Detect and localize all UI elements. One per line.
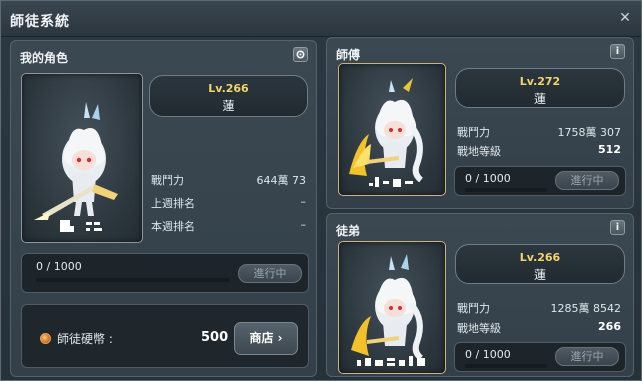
coin-amount: 500 (201, 330, 229, 345)
my-guild: 蓮 (222, 99, 235, 113)
coin-icon (40, 333, 51, 344)
apprentice-level: Lv.266 (519, 251, 561, 264)
master-title: 師傅 (336, 48, 361, 62)
my-progress-box: 0 / 1000 進行中 (21, 253, 309, 293)
my-character-panel: 我的角色 Lv.266 蓮 戰鬥力 644萬 73 上週排名 – 本週排名 – … (10, 40, 317, 377)
shop-button[interactable]: 商店 › (234, 322, 298, 355)
master-stat-battle-level: 戰地等級 512 (457, 143, 621, 158)
master-panel: 師傅 i Lv.272 蓮 戰鬥力 1758萬 307 戰地等級 512 0 /… (326, 37, 634, 209)
my-level-badge: Lv.266 蓮 (149, 75, 308, 117)
master-portrait (338, 63, 446, 196)
apprentice-panel: 徒弟 i Lv.266 蓮 戰鬥力 1285萬 8542 戰地等級 266 0 … (326, 213, 634, 377)
apprentice-guild: 蓮 (533, 268, 546, 282)
apprentice-title: 徒弟 (336, 224, 361, 238)
character-sprite (34, 102, 118, 220)
apprentice-name-obscured (357, 356, 429, 369)
apprentice-stat-battle-level: 戰地等級 266 (457, 320, 621, 335)
apprentice-stat-power: 戰鬥力 1285萬 8542 (457, 302, 621, 315)
my-character-portrait (21, 73, 143, 243)
my-progress-text: 0 / 1000 (36, 260, 82, 273)
character-name-obscured (60, 220, 106, 235)
my-stat-last-week-rank: 上週排名 – (151, 195, 306, 210)
master-stat-power: 戰鬥力 1758萬 307 (457, 126, 621, 139)
gear-icon[interactable] (293, 47, 308, 62)
apprentice-level-badge: Lv.266 蓮 (455, 244, 625, 284)
master-level: Lv.272 (519, 75, 561, 88)
my-character-title: 我的角色 (20, 51, 69, 65)
master-progress-text: 0 / 1000 (465, 172, 511, 185)
apprentice-progress-box: 0 / 1000 進行中 (454, 342, 626, 372)
my-stat-power: 戰鬥力 644萬 73 (151, 174, 306, 187)
master-status-button[interactable]: 進行中 (555, 171, 619, 190)
mentorship-window: 師徒系統 ✕ 我的角色 Lv.266 蓮 戰鬥力 644萬 73 上週排名 – … (0, 0, 642, 381)
master-progress-box: 0 / 1000 進行中 (454, 166, 626, 196)
title-bar[interactable]: 師徒系統 ✕ (1, 1, 641, 37)
window-title: 師徒系統 (10, 14, 70, 30)
my-status-button[interactable]: 進行中 (238, 264, 302, 283)
master-level-badge: Lv.272 蓮 (455, 68, 625, 108)
apprentice-progress-bar (465, 364, 547, 368)
master-progress-bar (465, 188, 547, 192)
close-icon[interactable]: ✕ (617, 10, 633, 26)
coin-panel: 師徒硬幣 : 500 商店 › (21, 304, 309, 368)
master-guild: 蓮 (533, 92, 546, 106)
my-stat-this-week-rank: 本週排名 – (151, 218, 306, 233)
coin-label: 師徒硬幣 : (57, 332, 113, 346)
info-icon[interactable]: i (610, 44, 625, 59)
apprentice-status-button[interactable]: 進行中 (555, 347, 619, 366)
my-progress-bar (36, 278, 230, 282)
my-level: Lv.266 (208, 82, 249, 95)
apprentice-portrait (338, 241, 446, 374)
apprentice-sprite (351, 254, 423, 361)
info-icon[interactable]: i (610, 220, 625, 235)
apprentice-progress-text: 0 / 1000 (465, 348, 511, 361)
master-name-obscured (369, 177, 417, 190)
